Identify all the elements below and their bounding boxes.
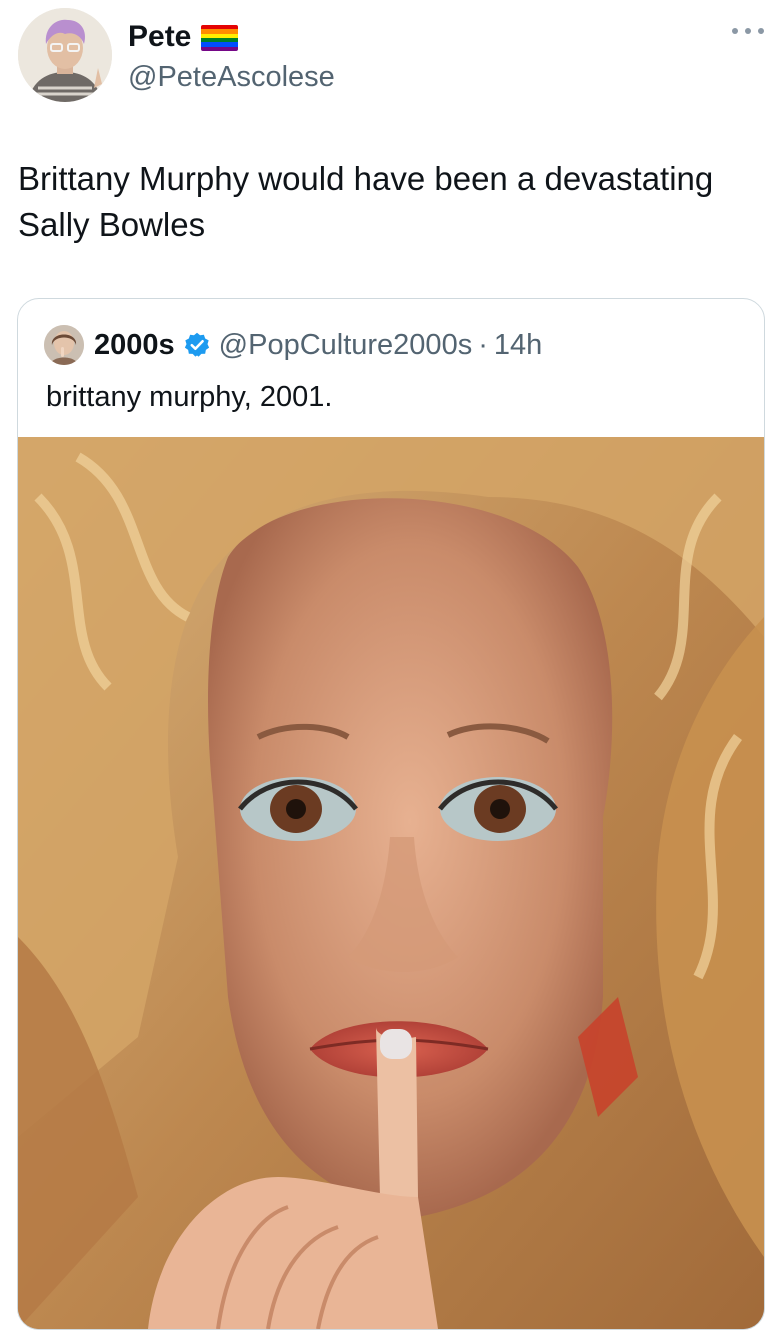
author-avatar[interactable]	[18, 8, 112, 102]
author-name-row: Pete	[128, 20, 239, 54]
verified-badge-icon	[184, 332, 209, 357]
quoted-display-name[interactable]: 2000s	[94, 327, 175, 363]
meta-separator: ·	[478, 329, 488, 361]
tweet[interactable]: Pete @PeteAscolese Brittany Murphy would…	[0, 0, 779, 1330]
tweet-text: Brittany Murphy would have been a devast…	[18, 160, 714, 243]
quoted-author-avatar[interactable]	[44, 325, 84, 365]
quoted-photo[interactable]	[18, 437, 764, 1329]
quoted-text: brittany murphy, 2001.	[46, 381, 333, 413]
author-handle[interactable]: @PeteAscolese	[128, 60, 335, 94]
quoted-tweet[interactable]: 2000s @PopCulture2000s · 14h brittany mu…	[17, 298, 765, 1330]
quoted-timestamp[interactable]: 14h	[494, 327, 542, 363]
more-options-icon[interactable]	[732, 22, 764, 40]
quoted-handle[interactable]: @PopCulture2000s	[219, 327, 473, 363]
quoted-meta: 2000s @PopCulture2000s · 14h	[94, 327, 542, 363]
author-display-name[interactable]: Pete	[128, 20, 191, 54]
rainbow-flag-icon	[201, 25, 239, 51]
tweet-header: Pete @PeteAscolese	[18, 8, 768, 104]
